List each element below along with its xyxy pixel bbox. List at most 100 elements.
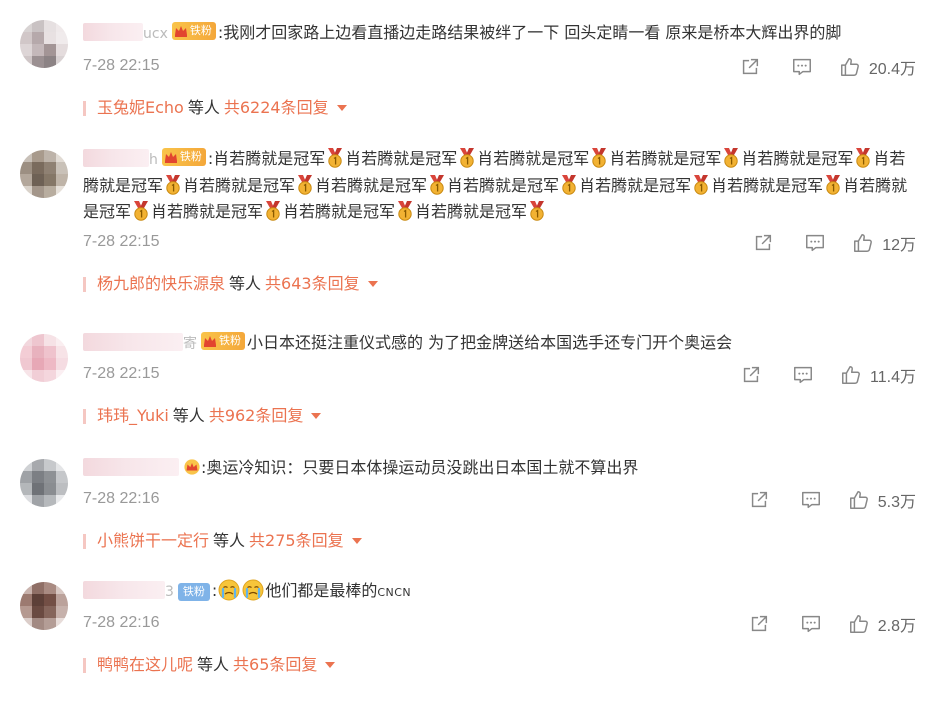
comment-text: h 铁粉:肖若腾就是冠军 肖若腾就是冠军 肖若腾就是冠军 肖若腾就是冠军 肖若腾就是冠军肖… — [83, 146, 916, 225]
share-icon[interactable] — [739, 56, 761, 78]
reply-names[interactable]: 杨九郎的快乐源泉 — [97, 274, 225, 293]
like-button[interactable]: 11.4万 — [840, 363, 916, 387]
reply-count[interactable]: 共962条回复 — [209, 406, 304, 425]
reply-names[interactable]: 鸭鸭在这儿呢 — [97, 655, 193, 674]
phrase-text: 肖若腾就是冠军 — [151, 202, 264, 221]
comment-content: 他们都是最棒的 — [265, 581, 378, 600]
comment-text: :奥运冷知识：只要日本体操运动员没跳出日本国土就不算出界 — [83, 455, 916, 482]
phrase-text: 肖若腾就是冠军 — [477, 149, 590, 168]
chevron-down-icon[interactable] — [325, 662, 336, 668]
phrase-text: 肖若腾就是冠军 — [415, 202, 528, 221]
username[interactable] — [83, 333, 183, 351]
reply-names[interactable]: 玉兔妮Echo — [97, 98, 184, 117]
username-tail[interactable]: ucx — [143, 26, 168, 42]
avatar[interactable] — [20, 20, 68, 68]
crying-emoji-icon — [218, 579, 240, 601]
username-tail[interactable]: 寄 — [183, 336, 197, 352]
comment-prefix: : — [211, 581, 218, 600]
reply-mid: 等人 — [229, 274, 262, 293]
gold-medal-icon — [528, 201, 546, 221]
comment-icon[interactable] — [800, 489, 822, 511]
comment-icon[interactable] — [792, 364, 814, 386]
gold-medal-icon — [164, 175, 182, 195]
share-icon[interactable] — [748, 489, 770, 511]
reply-count[interactable]: 共275条回复 — [249, 531, 344, 550]
username[interactable] — [83, 149, 149, 167]
avatar[interactable] — [20, 582, 68, 630]
fan-badge[interactable]: 铁粉 — [171, 22, 216, 40]
share-icon[interactable] — [740, 364, 762, 386]
comment-time: 7-28 22:16 — [83, 490, 160, 507]
reply-count[interactable]: 共643条回复 — [265, 274, 360, 293]
reply-summary[interactable]: 玉兔妮Echo 等人 共6224条回复 — [83, 97, 916, 119]
reply-count[interactable]: 共6224条回复 — [224, 98, 329, 117]
like-count: 12万 — [882, 237, 916, 254]
like-button[interactable]: 12万 — [852, 231, 916, 255]
crown-icon — [174, 25, 188, 37]
reply-mid: 等人 — [197, 655, 230, 674]
reply-count[interactable]: 共65条回复 — [233, 655, 317, 674]
comment-text: ucx 铁粉 :我刚才回家路上边看直播边走路结果被绊了一下 回头定睛一看 原来是桥本… — [83, 20, 916, 47]
reply-summary[interactable]: 鸭鸭在这儿呢 等人 共65条回复 — [83, 654, 916, 676]
comment-content: 肖若腾就是冠军 肖若腾就是冠军 肖若腾就是冠军 肖若腾就是冠军 肖若腾就是冠军 肖若腾就是… — [83, 149, 907, 221]
chevron-down-icon[interactable] — [367, 281, 378, 287]
share-icon[interactable] — [752, 232, 774, 254]
phrase-text: 肖若腾就是冠军 — [183, 176, 296, 195]
comment-icon[interactable] — [791, 56, 813, 78]
like-icon — [852, 232, 874, 254]
comment-content: :我刚才回家路上边看直播边走路结果被绊了一下 回头定睛一看 原来是桥本大辉出界的… — [217, 23, 842, 42]
gold-medal-icon — [854, 148, 872, 168]
username[interactable] — [83, 581, 165, 599]
reply-summary[interactable]: 玮玮_Yuki 等人 共962条回复 — [83, 405, 916, 427]
share-icon[interactable] — [748, 613, 770, 635]
like-icon — [839, 56, 861, 78]
crown-icon — [203, 335, 217, 347]
chevron-down-icon[interactable] — [351, 538, 362, 544]
gold-medal-icon — [264, 201, 282, 221]
comment-time: 7-28 22:16 — [83, 614, 160, 631]
badge-label: 铁粉 — [182, 586, 205, 598]
gold-medal-icon — [326, 148, 344, 168]
phrase-text: 肖若腾就是冠军 — [283, 202, 396, 221]
phrase-text: 肖若腾就是冠军 — [345, 149, 458, 168]
comment-icon[interactable] — [804, 232, 826, 254]
comment-content: :奥运冷知识：只要日本体操运动员没跳出日本国土就不算出界 — [201, 458, 639, 477]
like-count: 20.4万 — [868, 61, 916, 78]
badge-label: 铁粉 — [189, 25, 212, 37]
like-count: 2.8万 — [877, 618, 916, 635]
like-button[interactable]: 20.4万 — [839, 55, 916, 79]
username-tail[interactable]: 3 — [165, 584, 174, 600]
phrase-text: 肖若腾就是冠军 — [741, 149, 854, 168]
gold-medal-icon — [458, 148, 476, 168]
reply-summary[interactable]: 小熊饼干一定行 等人 共275条回复 — [83, 530, 916, 552]
username-tail[interactable]: h — [149, 152, 158, 168]
username[interactable] — [83, 458, 179, 476]
chevron-down-icon[interactable] — [336, 105, 347, 111]
like-button[interactable]: 5.3万 — [848, 488, 916, 512]
comment-text: 3 铁粉: 他们都是最棒的CNCN — [83, 578, 916, 606]
username[interactable] — [83, 23, 143, 41]
like-icon — [840, 364, 862, 386]
crown-icon[interactable] — [183, 459, 201, 475]
comment-content: 小日本还挺注重仪式感的 为了把金牌送给本国选手还专门开个奥运会 — [247, 333, 733, 352]
chevron-down-icon[interactable] — [311, 413, 322, 419]
fan-badge[interactable]: 铁粉 — [201, 332, 245, 350]
comment-time: 7-28 22:15 — [83, 233, 160, 250]
avatar[interactable] — [20, 459, 68, 507]
like-count: 11.4万 — [870, 369, 916, 386]
comment-text: 寄 铁粉 小日本还挺注重仪式感的 为了把金牌送给本国选手还专门开个奥运会 — [83, 330, 916, 357]
reply-mid: 等人 — [172, 406, 205, 425]
avatar[interactable] — [20, 150, 68, 198]
crown-icon — [164, 151, 178, 163]
badge-label: 铁粉 — [219, 335, 241, 347]
avatar[interactable] — [20, 334, 68, 382]
fan-badge[interactable]: 铁粉 — [177, 583, 210, 601]
like-button[interactable]: 2.8万 — [848, 612, 916, 636]
reply-summary[interactable]: 杨九郎的快乐源泉 等人 共643条回复 — [83, 273, 916, 295]
comment-icon[interactable] — [800, 613, 822, 635]
reply-names[interactable]: 玮玮_Yuki — [97, 406, 169, 425]
gold-medal-icon — [692, 175, 710, 195]
gold-medal-icon — [590, 148, 608, 168]
fan-badge[interactable]: 铁粉 — [161, 148, 206, 166]
reply-names[interactable]: 小熊饼干一定行 — [97, 531, 209, 550]
